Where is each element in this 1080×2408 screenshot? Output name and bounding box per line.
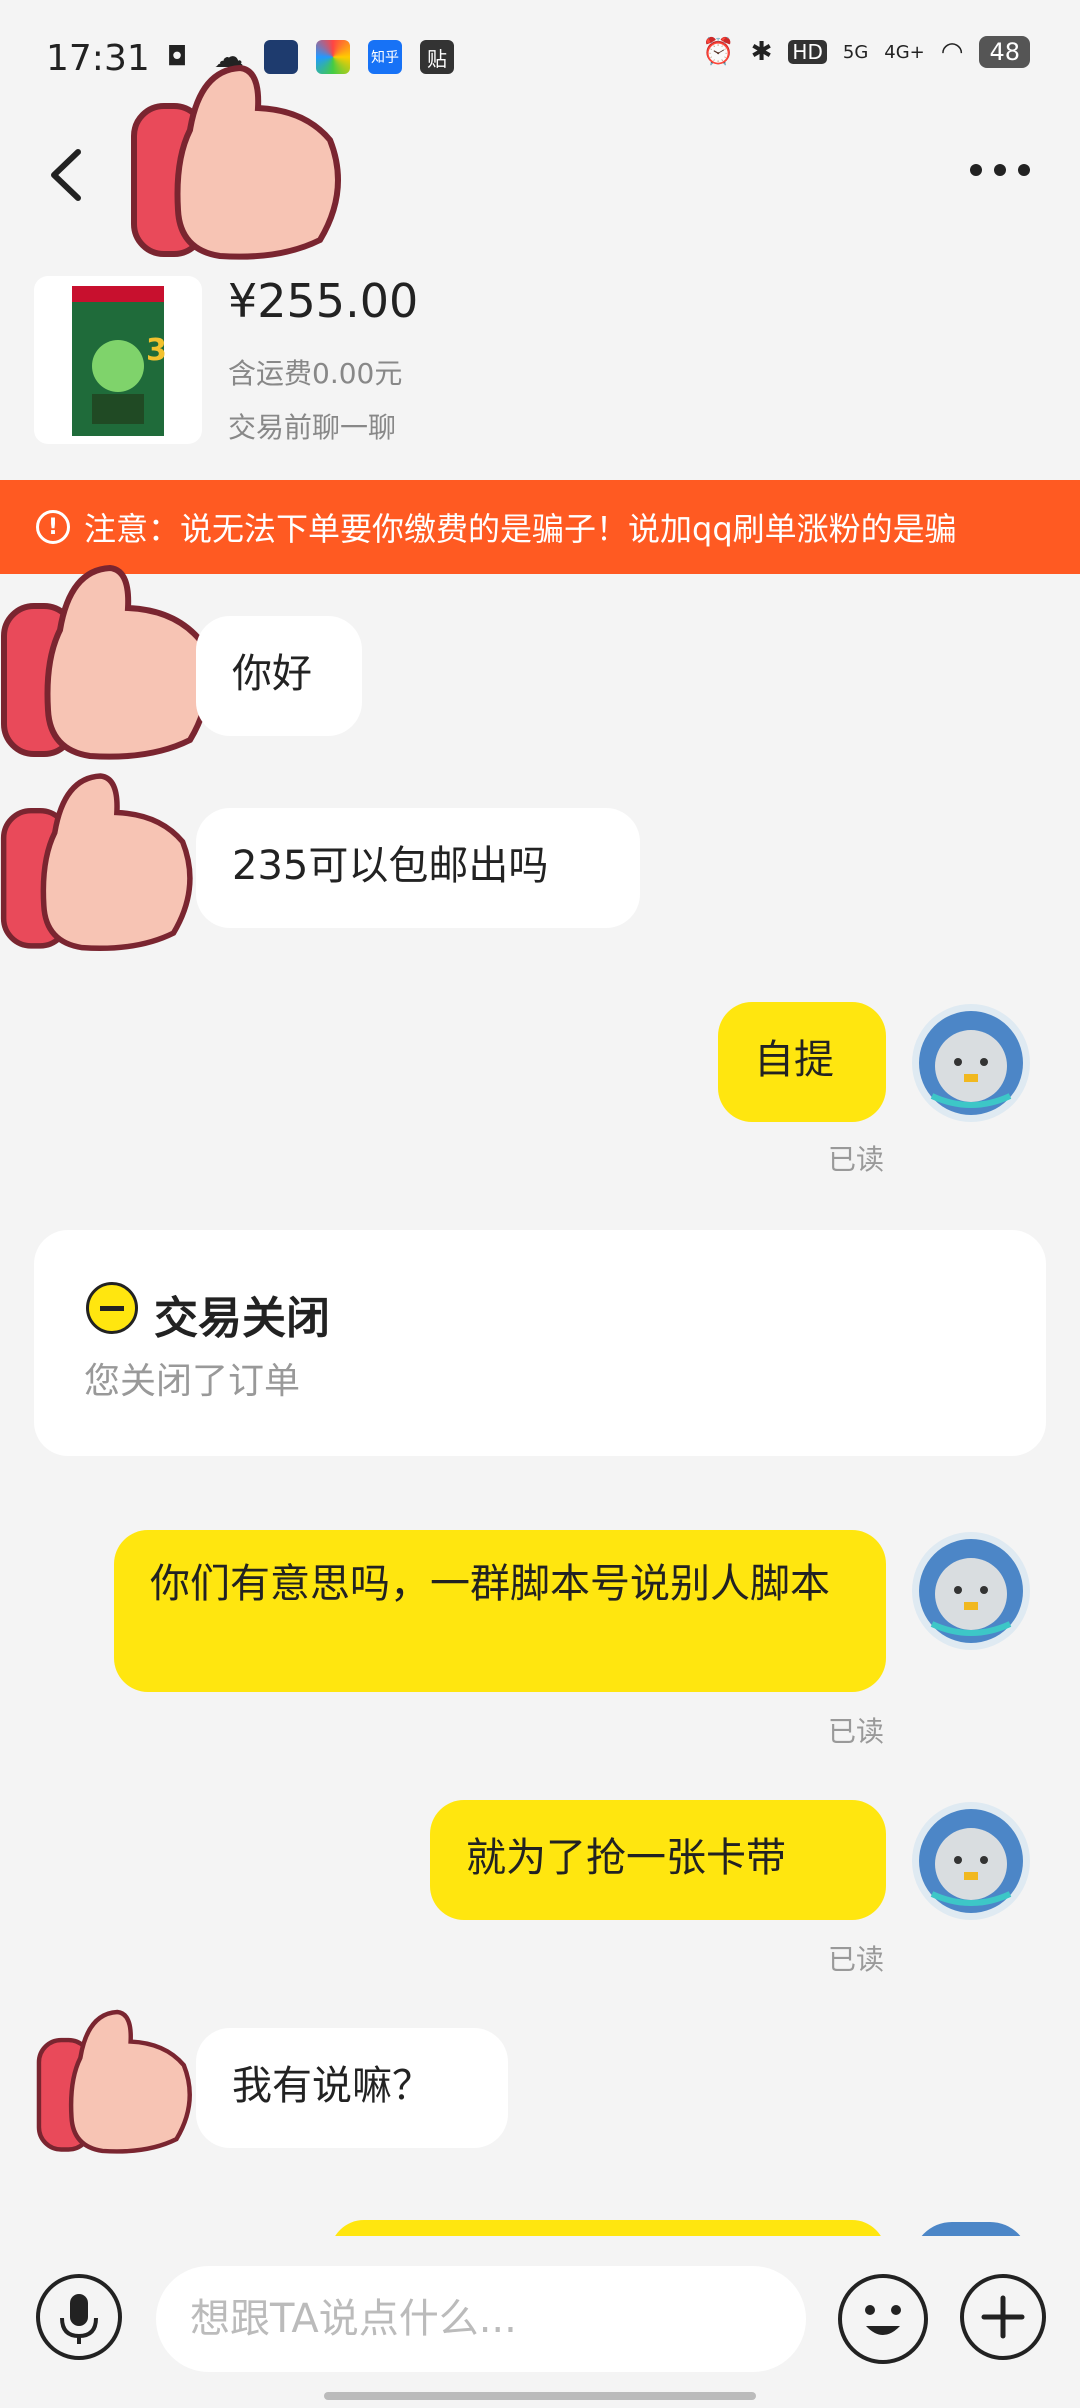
emoji-button[interactable] xyxy=(838,2274,928,2364)
read-receipt: 已读 xyxy=(828,1715,885,1748)
home-indicator[interactable] xyxy=(324,2392,756,2400)
message-bubble-incoming[interactable]: 235可以包邮出吗 xyxy=(196,808,640,928)
smiley-icon xyxy=(865,2305,901,2335)
battery-indicator: 48 xyxy=(979,36,1030,68)
order-status-title: 交易关闭 xyxy=(154,1293,330,1344)
message-input[interactable]: 想跟TA说点什么... xyxy=(156,2266,806,2372)
cat-avatar-icon xyxy=(919,1809,1023,1913)
wifi-icon: ◠ xyxy=(940,37,964,67)
more-actions-button[interactable] xyxy=(960,2274,1046,2360)
message-text: 你们有意思吗，一群脚本号说别人脚本 xyxy=(150,1561,830,1607)
dot-icon xyxy=(1018,164,1030,176)
read-receipt: 已读 xyxy=(828,1943,885,1976)
exclamation-icon: ! xyxy=(36,510,70,544)
signal-4g-icon: 4G+ xyxy=(884,41,925,63)
product-thumbnail[interactable]: 3 xyxy=(34,276,202,444)
tieba-icon: 贴 xyxy=(420,40,454,74)
dot-icon xyxy=(994,164,1006,176)
zhihu-icon: 知乎 xyxy=(368,40,402,74)
chevron-left-icon xyxy=(51,149,81,201)
avatar-sticker[interactable] xyxy=(36,2000,206,2164)
chat-hint: 交易前聊一聊 xyxy=(228,411,397,444)
message-text: 就为了抢一张卡带 xyxy=(466,1835,786,1881)
user-avatar[interactable] xyxy=(912,1004,1030,1122)
message-bubble-incoming[interactable]: 我有说嘛？ xyxy=(196,2028,508,2148)
microphone-icon xyxy=(60,2294,98,2344)
user-avatar[interactable] xyxy=(912,1532,1030,1650)
message-bubble-outgoing[interactable]: 你们有意思吗，一群脚本号说别人脚本 xyxy=(114,1530,886,1692)
order-status-card[interactable]: 交易关闭 您关闭了订单 xyxy=(34,1230,1046,1456)
plus-icon xyxy=(981,2295,1025,2339)
cat-avatar-icon xyxy=(919,1539,1023,1643)
message-text: 235可以包邮出吗 xyxy=(232,843,549,889)
more-options-button[interactable] xyxy=(970,150,1040,190)
avatar-sticker[interactable] xyxy=(0,760,210,964)
bluetooth-icon: ✱ xyxy=(750,37,773,67)
svg-text:3: 3 xyxy=(146,333,167,368)
order-status-subtitle: 您关闭了订单 xyxy=(84,1361,301,1402)
signal-5g-icon: 5G xyxy=(842,41,869,63)
voice-input-button[interactable] xyxy=(36,2274,122,2360)
alarm-icon: ⏰ xyxy=(702,37,735,67)
message-bubble-incoming[interactable]: 你好 xyxy=(196,616,362,736)
product-price: ¥255.00 xyxy=(228,274,419,328)
minus-circle-icon xyxy=(86,1282,138,1334)
message-text: 我有说嘛？ xyxy=(232,2063,432,2109)
read-receipt: 已读 xyxy=(828,1143,885,1176)
user-avatar[interactable] xyxy=(912,1802,1030,1920)
input-bar: 想跟TA说点什么... xyxy=(0,2236,1080,2408)
game-cover-image: 3 xyxy=(72,286,167,436)
cat-avatar-icon xyxy=(919,1011,1023,1115)
dot-icon xyxy=(970,164,982,176)
shipping-info: 含运费0.00元 xyxy=(228,357,403,390)
message-text: 自提 xyxy=(754,1037,834,1083)
hd-icon: HD xyxy=(788,40,827,64)
thumbs-up-sticker xyxy=(130,60,360,264)
message-bubble-outgoing[interactable]: 就为了抢一张卡带 xyxy=(430,1800,886,1920)
message-text: 你好 xyxy=(232,651,312,697)
warning-text: 注意：说无法下单要你缴费的是骗子！说加qq刷单涨粉的是骗 xyxy=(84,510,957,548)
message-bubble-outgoing[interactable]: 自提 xyxy=(718,1002,886,1122)
system-icons: ⏰ ✱ HD 5G 4G+ ◠ 48 xyxy=(702,36,1030,68)
back-button[interactable] xyxy=(40,140,100,210)
